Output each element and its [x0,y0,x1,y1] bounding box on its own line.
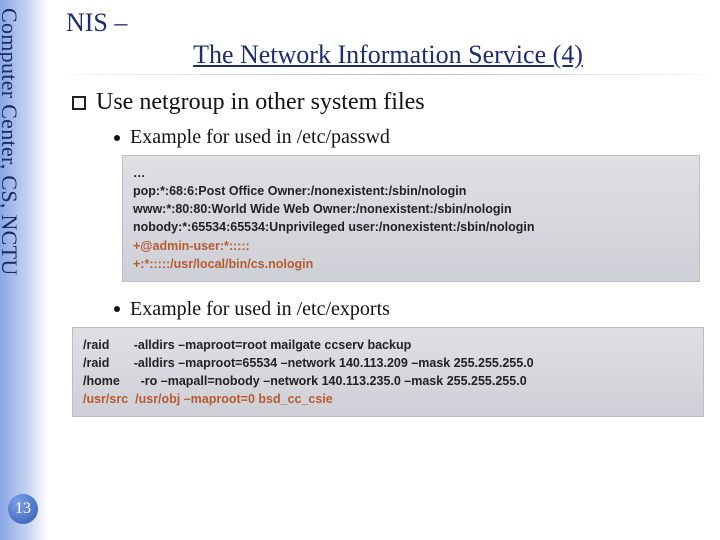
rail-label: Computer Center, CS, NCTU [0,8,22,276]
left-rail: Computer Center, CS, NCTU [0,0,48,540]
passwd-line-3: nobody:*:65534:65534:Unprivileged user:/… [133,220,534,234]
passwd-line-0: … [133,166,146,180]
passwd-line-4: +@admin-user:*::::: [133,239,250,253]
bullet-passwd: Example for used in /etc/passwd [114,126,710,149]
passwd-line-2: www:*:80:80:World Wide Web Owner:/nonexi… [133,202,512,216]
page-number: 13 [15,500,31,518]
bullet-passwd-label: Example for used in /etc/passwd [130,126,390,149]
title-prefix: NIS – [66,8,710,38]
exports-line-1: /raid -alldirs –maproot=65534 –network 1… [83,356,534,370]
dot-bullet-icon [114,306,120,312]
square-bullet-icon [72,96,86,110]
title-divider [66,74,710,75]
passwd-line-1: pop:*:68:6:Post Office Owner:/nonexisten… [133,184,466,198]
bullet-exports: Example for used in /etc/exports [114,298,710,321]
title-main: The Network Information Service (4) [66,40,710,70]
slide: Computer Center, CS, NCTU 13 NIS – The N… [0,0,720,540]
section-heading-row: Use netgroup in other system files [72,89,710,116]
exports-line-3: /usr/src /usr/obj –maproot=0 bsd_cc_csie [83,392,333,406]
exports-line-0: /raid -alldirs –maproot=root mailgate cc… [83,338,411,352]
section-heading: Use netgroup in other system files [96,89,425,116]
bullet-exports-label: Example for used in /etc/exports [130,298,390,321]
page-number-badge: 13 [8,494,38,524]
dot-bullet-icon [114,135,120,141]
passwd-line-5: +:*:::::/usr/local/bin/cs.nologin [133,257,313,271]
codebox-exports: /raid -alldirs –maproot=root mailgate cc… [72,327,704,418]
exports-line-2: /home -ro –mapall=nobody –network 140.11… [83,374,527,388]
content-area: NIS – The Network Information Service (4… [66,6,710,433]
codebox-passwd: … pop:*:68:6:Post Office Owner:/nonexist… [122,155,700,282]
